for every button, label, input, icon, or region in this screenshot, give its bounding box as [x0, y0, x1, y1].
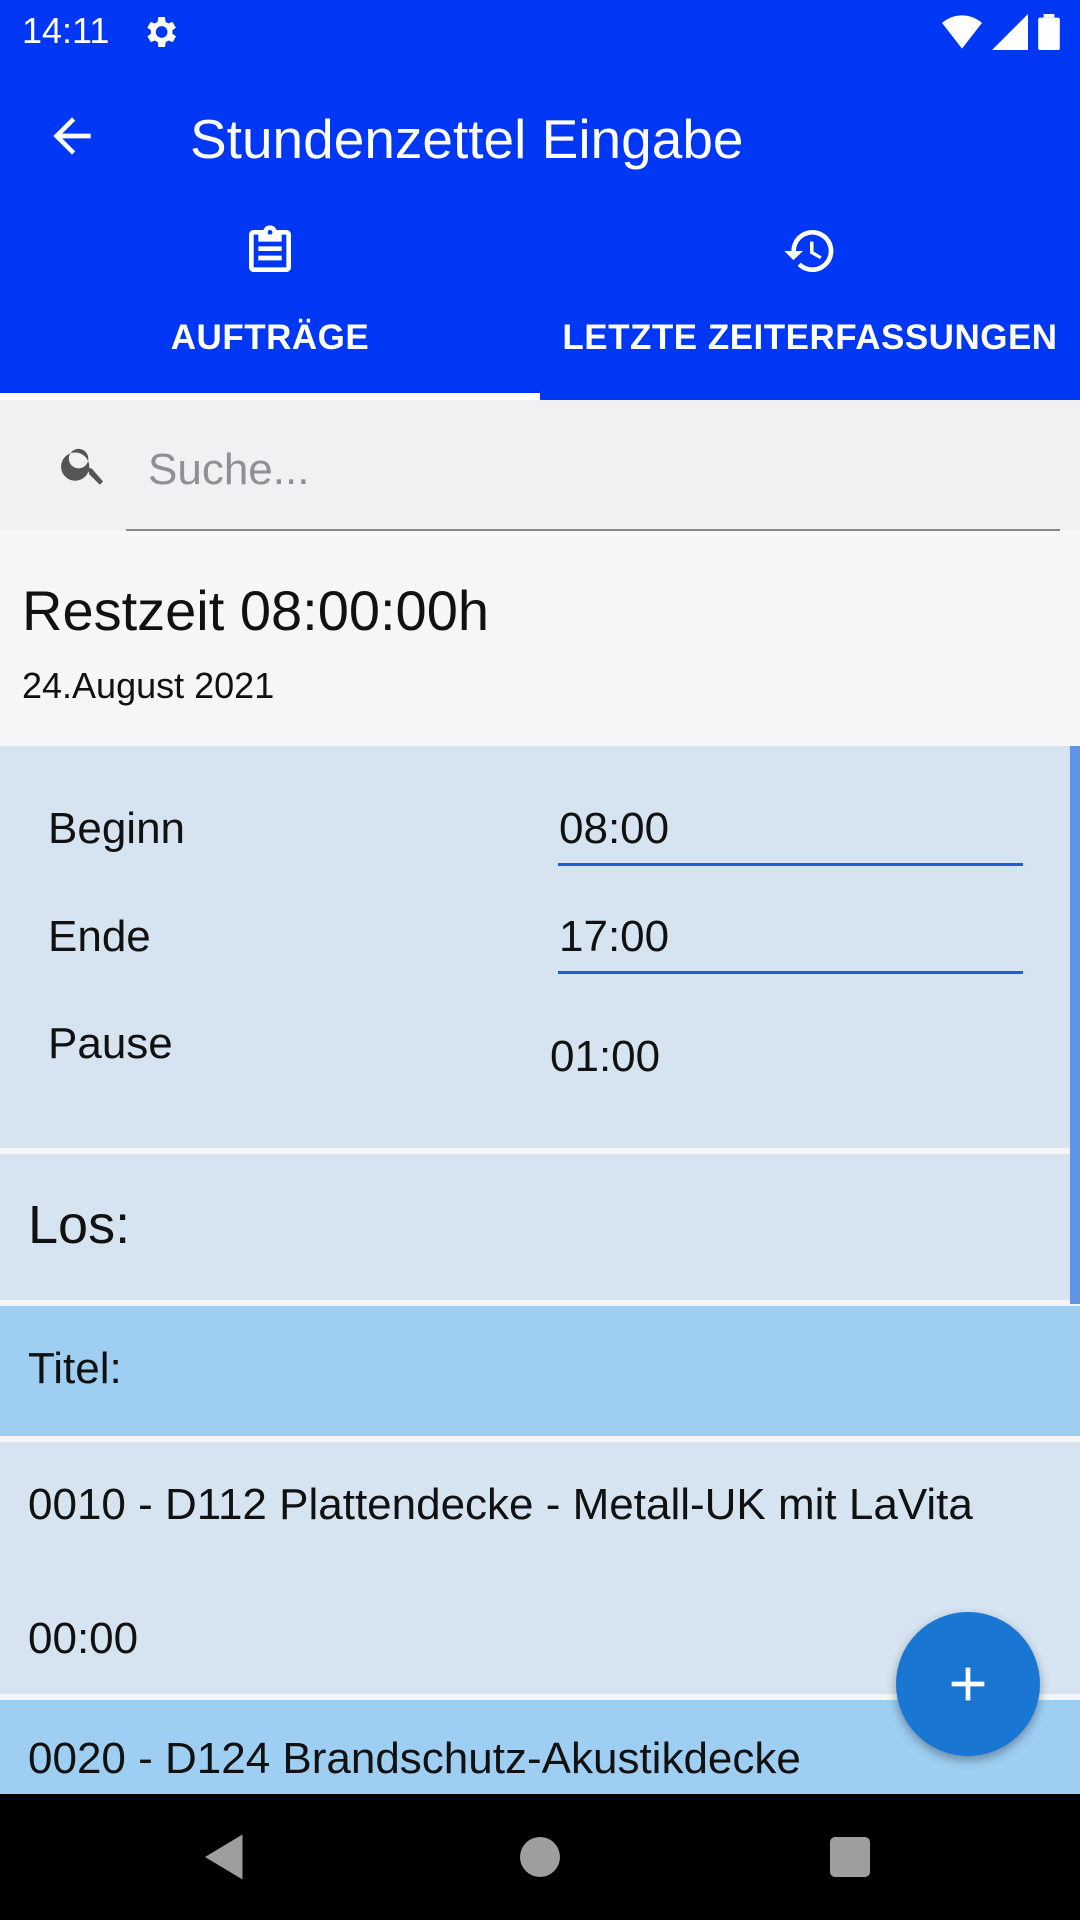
pause-label: Pause: [48, 1019, 173, 1068]
rest-time: Restzeit 08:00:00h: [22, 579, 489, 642]
page-title: Stundenzettel Eingabe: [190, 108, 744, 170]
history-icon: [784, 229, 834, 272]
time-section: Beginn 08:00 Ende 17:00 Pause 01:00: [0, 746, 1072, 1148]
titel-label: Titel:: [28, 1344, 122, 1393]
begin-label: Beginn: [48, 804, 186, 853]
tab-letzte-zeiterfassungen[interactable]: LETZTE ZEITERFASSUNGEN: [540, 223, 1080, 400]
tab-auftraege[interactable]: AUFTRÄGE: [0, 223, 540, 400]
back-arrow-icon[interactable]: [44, 108, 100, 164]
item-duration: 00:00: [28, 1614, 139, 1663]
tab-letzte-label: LETZTE ZEITERFASSUNGEN: [562, 318, 1058, 357]
plus-icon: [951, 1667, 985, 1701]
los-label: Los:: [28, 1195, 131, 1255]
titel-header: Titel:: [0, 1306, 1080, 1436]
status-time: 14:11: [22, 10, 110, 51]
search-underline: [126, 529, 1060, 531]
status-bar: 14:11: [0, 0, 1080, 63]
scrollbar[interactable]: [1070, 746, 1080, 1304]
end-underline: [558, 971, 1023, 974]
search-input[interactable]: Suche...: [148, 445, 309, 495]
system-nav-bar: [0, 1794, 1080, 1920]
add-button[interactable]: [896, 1612, 1040, 1756]
battery-icon: [1038, 14, 1060, 50]
app-bar: Stundenzettel Eingabe AUFTRÄGE LETZTE ZE…: [0, 63, 1080, 400]
wifi-icon: [942, 15, 982, 49]
nav-back-icon[interactable]: [195, 1827, 255, 1887]
status-icons: [942, 12, 1060, 52]
date-label: 24.August 2021: [22, 665, 275, 706]
signal-icon: [992, 14, 1028, 50]
search-bar[interactable]: Suche...: [0, 400, 1080, 531]
los-section: Los:: [0, 1154, 1080, 1300]
tab-auftraege-label: AUFTRÄGE: [170, 318, 370, 357]
pause-value[interactable]: 01:00: [550, 1032, 660, 1082]
nav-home-icon[interactable]: [510, 1827, 570, 1887]
nav-recents-icon[interactable]: [820, 1827, 880, 1887]
item-name: 0020 - D124 Brandschutz-Akustikdecke: [28, 1734, 801, 1783]
item-name: 0010 - D112 Plattendecke - Metall-UK mit…: [28, 1480, 973, 1529]
tab-indicator: [0, 393, 540, 400]
search-icon: [61, 448, 104, 485]
begin-underline: [558, 863, 1023, 866]
end-field[interactable]: 17:00: [559, 912, 669, 962]
end-label: Ende: [48, 912, 151, 961]
begin-field[interactable]: 08:00: [559, 804, 669, 854]
settings-gear-icon: [147, 17, 176, 47]
clipboard-icon: [249, 225, 291, 272]
